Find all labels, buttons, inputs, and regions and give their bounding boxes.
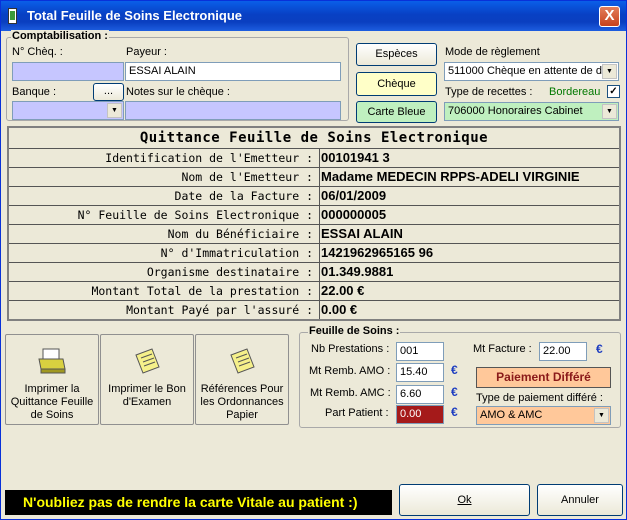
row-value: 06/01/2009: [321, 188, 387, 203]
references-label: Références Pour les Ordonnances Papier: [200, 383, 284, 421]
nb-prestations-field[interactable]: 001: [396, 342, 444, 361]
type-paiement-label: Type de paiement différé :: [476, 392, 603, 404]
app-icon: [8, 8, 17, 24]
dialog-window: Total Feuille de Soins Electronique X Co…: [0, 0, 627, 520]
payeur-field[interactable]: ESSAI ALAIN: [125, 62, 341, 81]
print-bon-label: Imprimer le Bon d'Examen: [108, 383, 186, 408]
print-quittance-button[interactable]: Imprimer la Quittance Feuille de Soins: [5, 334, 99, 425]
bordereau-checkbox[interactable]: ✓: [607, 85, 620, 98]
recettes-value: 706000 Honoraires Cabinet: [448, 105, 583, 117]
amc-label: Mt Remb. AMC :: [310, 387, 391, 399]
table-row: Montant Payé par l'assuré : 0.00 €: [9, 300, 619, 319]
euro-icon: €: [451, 385, 458, 399]
table-row: N° d'Immatriculation : 1421962965165 96: [9, 243, 619, 262]
nb-prestations-label: Nb Prestations :: [311, 343, 390, 355]
payeur-label: Payeur :: [126, 46, 167, 58]
close-button[interactable]: X: [599, 6, 620, 27]
type-paiement-select[interactable]: AMO & AMC ▼: [476, 406, 611, 425]
document-icon: [230, 348, 255, 374]
printer-icon: [38, 348, 66, 374]
bordereau-label: Bordereau: [549, 86, 601, 98]
ok-label: Ok: [457, 494, 472, 506]
title-bar: Total Feuille de Soins Electronique X: [1, 1, 626, 31]
row-label: Montant Payé par l'assuré :: [126, 303, 313, 317]
amo-field[interactable]: 15.40: [396, 363, 444, 382]
cheque-number-label: N° Chèq. :: [12, 46, 63, 58]
quittance-title: Quittance Feuille de Soins Electronique: [139, 130, 489, 146]
row-value: Madame MEDECIN RPPS-ADELI VIRGINIE: [321, 169, 580, 184]
mode-reglement-label: Mode de règlement: [445, 46, 540, 58]
references-button[interactable]: Références Pour les Ordonnances Papier: [195, 334, 289, 425]
row-value: 01.349.9881: [321, 264, 394, 279]
vitale-reminder: N'oubliez pas de rendre la carte Vitale …: [5, 490, 392, 515]
row-label: N° Feuille de Soins Electronique :: [77, 208, 313, 222]
comptabilisation-legend: Comptabilisation :: [11, 30, 109, 42]
recettes-label: Type de recettes :: [445, 86, 533, 98]
row-value: ESSAI ALAIN: [321, 226, 403, 241]
euro-icon: €: [451, 363, 458, 377]
ok-button[interactable]: Ok: [399, 484, 530, 516]
row-value: 000000005: [321, 207, 387, 222]
table-row: N° Feuille de Soins Electronique : 000000…: [9, 205, 619, 224]
chevron-down-icon[interactable]: ▼: [107, 103, 122, 118]
row-value: 0.00 €: [321, 302, 358, 317]
euro-icon: €: [451, 405, 458, 419]
row-label: Montant Total de la prestation :: [91, 284, 313, 298]
feuille-de-soins-legend: Feuille de Soins :: [308, 325, 401, 337]
paiement-differe-header: Paiement Différé: [476, 367, 611, 388]
mode-reglement-select[interactable]: 511000 Chèque en attente de d ▼: [444, 62, 619, 81]
row-label: Nom du Bénéficiaire :: [167, 227, 313, 241]
table-row: Nom du Bénéficiaire : ESSAI ALAIN: [9, 224, 619, 243]
especes-button[interactable]: Espèces: [356, 43, 437, 66]
banque-label: Banque :: [12, 86, 57, 98]
row-label: N° d'Immatriculation :: [160, 246, 313, 260]
cheque-button[interactable]: Chèque: [356, 72, 437, 96]
notes-field[interactable]: [125, 101, 341, 120]
table-row: Organisme destinataire : 01.349.9881: [9, 262, 619, 281]
chevron-down-icon[interactable]: ▼: [602, 64, 617, 79]
row-value: 00101941 3: [321, 150, 390, 165]
chevron-down-icon[interactable]: ▼: [594, 408, 609, 423]
row-value: 1421962965165 96: [321, 245, 434, 260]
table-row: Date de la Facture : 06/01/2009: [9, 186, 619, 205]
table-row: Identification de l'Emetteur : 00101941 3: [9, 148, 619, 167]
document-icon: [135, 348, 160, 374]
mt-facture-field[interactable]: 22.00: [539, 342, 587, 361]
cheque-number-field[interactable]: [12, 62, 124, 81]
type-paiement-value: AMO & AMC: [480, 409, 543, 421]
part-patient-field[interactable]: 0.00: [396, 405, 444, 424]
cancel-button[interactable]: Annuler: [537, 484, 623, 516]
table-row: Nom de l'Emetteur : Madame MEDECIN RPPS-A…: [9, 167, 619, 186]
row-label: Organisme destinataire :: [146, 265, 313, 279]
quittance-panel: Quittance Feuille de Soins Electronique …: [7, 126, 621, 321]
table-row: Montant Total de la prestation : 22.00 €: [9, 281, 619, 300]
mt-facture-label: Mt Facture :: [473, 343, 532, 355]
print-quittance-label: Imprimer la Quittance Feuille de Soins: [10, 383, 94, 421]
amc-field[interactable]: 6.60: [396, 385, 444, 404]
window-title: Total Feuille de Soins Electronique: [27, 8, 243, 23]
euro-icon: €: [596, 342, 603, 356]
amo-label: Mt Remb. AMO :: [309, 365, 391, 377]
row-label: Nom de l'Emetteur :: [181, 170, 313, 184]
banque-select[interactable]: ▼: [12, 101, 124, 120]
chevron-down-icon[interactable]: ▼: [602, 104, 617, 119]
recettes-select[interactable]: 706000 Honoraires Cabinet ▼: [444, 102, 619, 121]
row-label: Identification de l'Emetteur :: [105, 151, 313, 165]
row-label: Date de la Facture :: [174, 189, 313, 203]
carte-bleue-button[interactable]: Carte Bleue: [356, 101, 437, 123]
notes-label: Notes sur le chèque :: [126, 86, 230, 98]
banque-browse-button[interactable]: ...: [93, 83, 124, 101]
part-patient-label: Part Patient :: [325, 407, 389, 419]
print-bon-button[interactable]: Imprimer le Bon d'Examen: [100, 334, 194, 425]
row-value: 22.00 €: [321, 283, 365, 298]
mode-reglement-value: 511000 Chèque en attente de d: [448, 65, 602, 77]
